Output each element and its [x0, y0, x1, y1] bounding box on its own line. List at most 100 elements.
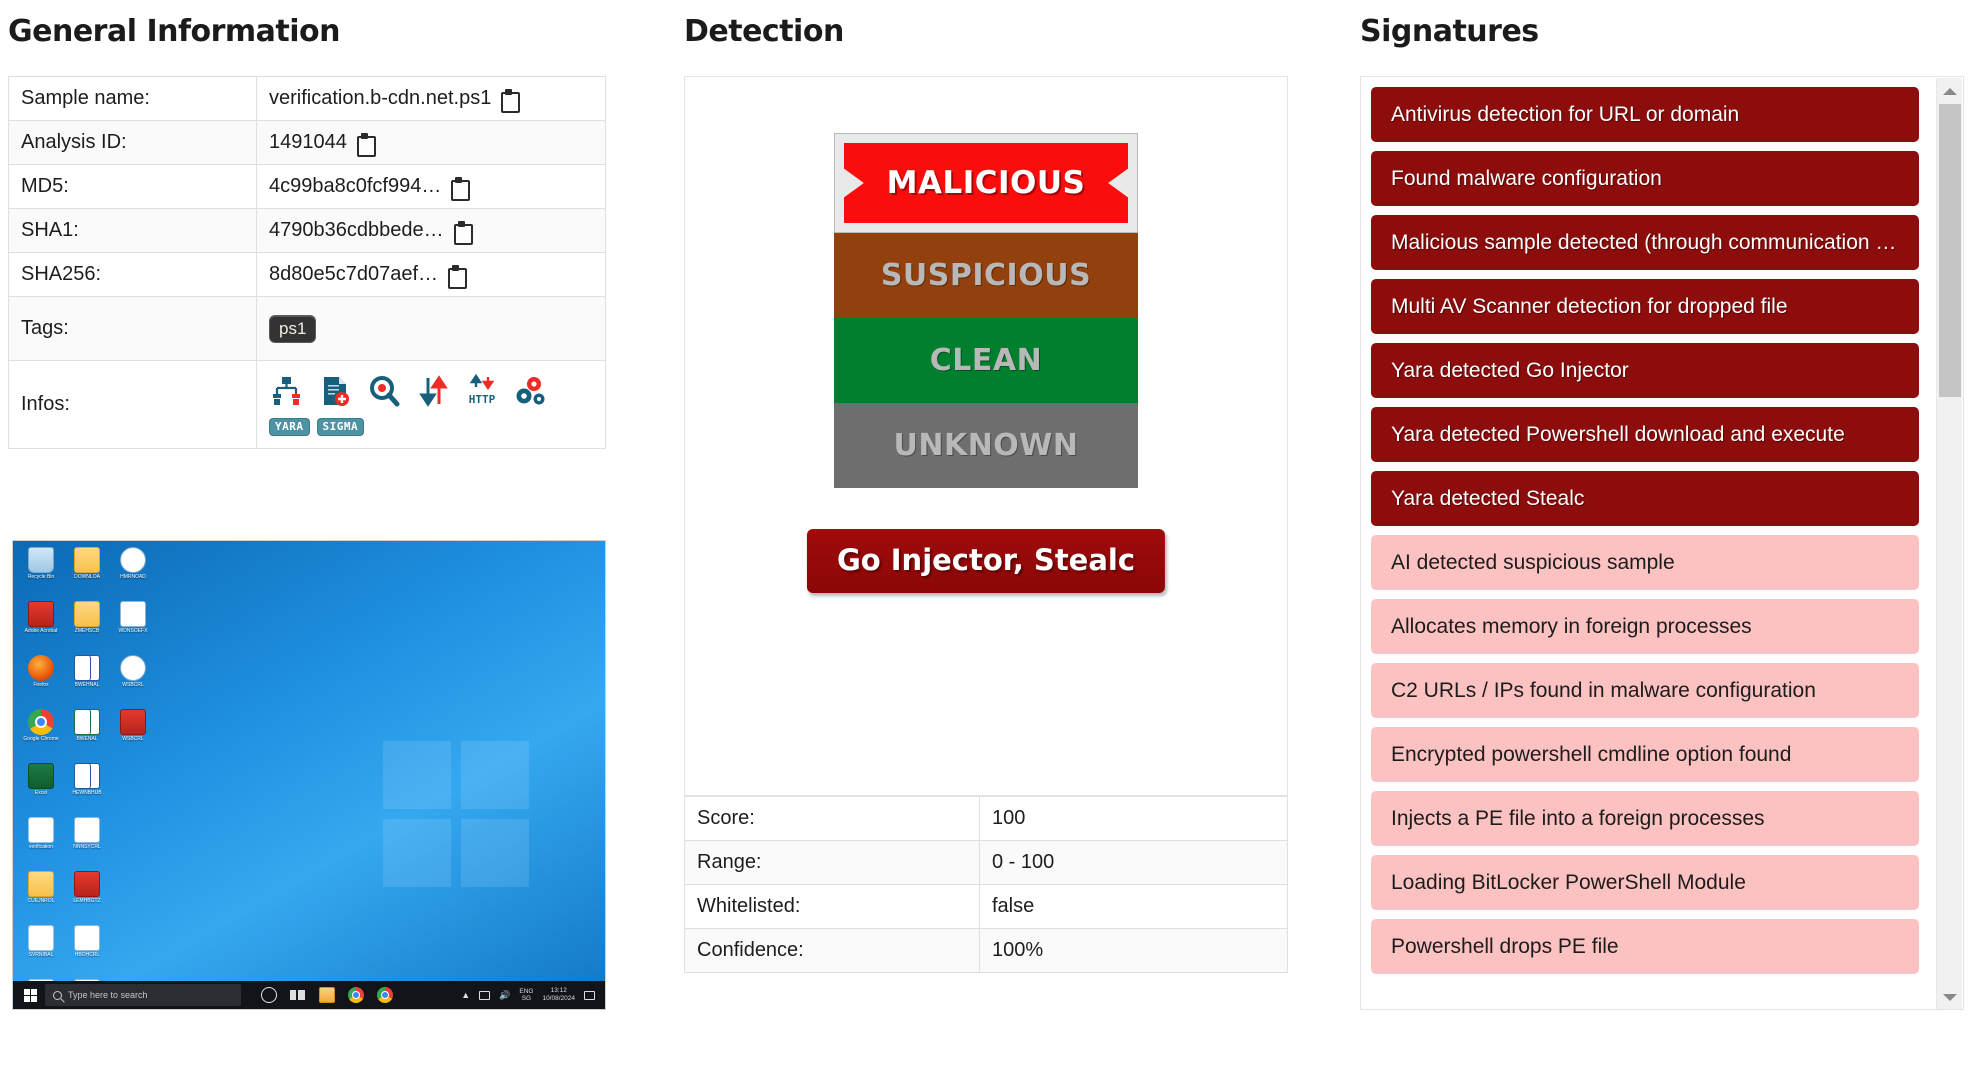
general-value-text: 1491044	[269, 131, 347, 153]
desktop-icon-label: CUEJNROL	[27, 898, 55, 904]
tags-cell: ps1	[256, 296, 606, 361]
chevron-up-icon[interactable]: ▲	[461, 990, 470, 1000]
analysis-screenshot-thumbnail[interactable]: Recycle Bin DOWNLOA HMRNOAD Adobe Acrobat ZM…	[12, 540, 606, 1010]
signature-item[interactable]: Injects a PE file into a foreign process…	[1371, 791, 1919, 846]
desktop-icon-label: NNNSYCRL	[73, 844, 101, 850]
notification-center-icon[interactable]	[584, 990, 595, 1000]
infos-label: Infos:	[8, 360, 257, 449]
general-row-key: Analysis ID:	[8, 120, 257, 165]
copy-clipboard-icon[interactable]	[356, 132, 376, 157]
process-tree-icon[interactable]	[269, 374, 303, 408]
desktop-icon	[115, 817, 151, 871]
http-traffic-icon[interactable]: HTTP	[465, 373, 499, 408]
language-line-2: SG	[521, 995, 532, 1002]
desktop-icon-label: Recycle Bin	[27, 574, 55, 580]
chrome-icon[interactable]	[348, 987, 364, 1003]
network-icon[interactable]	[479, 990, 491, 1000]
tag-chip[interactable]: ps1	[269, 314, 317, 343]
windows-taskbar: Type here to search ▲ 🔊 ENG SG 13:12 10/…	[13, 981, 605, 1009]
desktop-icon: WSBCRL	[115, 655, 151, 709]
signature-item[interactable]: Malicious sample detected (through commu…	[1371, 215, 1919, 270]
verdict-bar-malicious[interactable]: MALICIOUS	[844, 143, 1128, 223]
clock-time: 13:12	[550, 987, 567, 995]
taskbar-clock[interactable]: 13:12 10/08/2024	[542, 987, 575, 1003]
verdict-bar-unknown[interactable]: UNKNOWN	[834, 403, 1138, 488]
desktop-icon: HEWNBHUB	[69, 763, 105, 817]
signature-item[interactable]: Allocates memory in foreign processes	[1371, 599, 1919, 654]
signature-item[interactable]: Yara detected Go Injector	[1371, 343, 1919, 398]
scroll-up-arrow-icon[interactable]	[1937, 80, 1963, 102]
windows-start-icon[interactable]	[17, 981, 43, 1009]
taskbar-system-tray: ▲ 🔊 ENG SG 13:12 10/08/2024	[461, 987, 601, 1003]
volume-icon[interactable]: 🔊	[499, 990, 510, 1001]
document-add-icon[interactable]	[318, 374, 352, 408]
chrome-icon[interactable]	[377, 987, 393, 1003]
signature-item[interactable]: Yara detected Stealc	[1371, 471, 1919, 526]
general-information-table: Sample name: verification.b-cdn.net.ps1 An…	[8, 76, 606, 449]
signature-item[interactable]: Encrypted powershell cmdline option foun…	[1371, 727, 1919, 782]
scrollbar-thumb[interactable]	[1939, 104, 1961, 397]
general-row-key: Sample name:	[8, 76, 257, 121]
general-row-value: 4c99ba8c0fcf994…	[256, 164, 606, 209]
pdf-icon	[28, 601, 54, 627]
copy-clipboard-icon[interactable]	[448, 264, 468, 289]
signature-label: Multi AV Scanner detection for dropped f…	[1391, 294, 1788, 318]
page-title-general-information: General Information	[8, 14, 341, 49]
desktop-icon: ZMEHSCB	[69, 601, 105, 655]
task-view-icon[interactable]	[290, 987, 306, 1003]
signatures-scrollbar[interactable]	[1936, 78, 1963, 1009]
folder-icon	[28, 871, 54, 897]
signature-item[interactable]: Found malware configuration	[1371, 151, 1919, 206]
desktop-icon: Google Chrome	[23, 709, 59, 763]
malware-family-button[interactable]: Go Injector, Stealc	[806, 529, 1166, 593]
disc-icon	[120, 547, 146, 573]
signature-label: Found malware configuration	[1391, 166, 1662, 190]
table-row: Analysis ID: 1491044	[8, 120, 606, 165]
gears-engine-icon[interactable]	[514, 374, 548, 408]
up-down-arrows-icon[interactable]	[416, 374, 450, 408]
sigma-badge[interactable]: SIGMA	[316, 417, 365, 436]
signatures-panel: Antivirus detection for URL or domain Fou…	[1360, 76, 1964, 1010]
signature-label: Encrypted powershell cmdline option foun…	[1391, 742, 1792, 766]
verdict-bar-suspicious[interactable]: SUSPICIOUS	[834, 233, 1138, 318]
signature-item[interactable]: Powershell drops PE file	[1371, 919, 1919, 974]
copy-clipboard-icon[interactable]	[501, 88, 521, 113]
desktop-icon-label: SVRNIBAL	[28, 952, 54, 958]
firefox-icon	[28, 655, 54, 681]
cortana-icon[interactable]	[261, 987, 277, 1003]
desktop-icon-label: WDNSOEFX	[118, 628, 148, 634]
taskbar-search-input[interactable]: Type here to search	[45, 984, 241, 1006]
yara-badge[interactable]: YARA	[269, 417, 310, 436]
file-explorer-icon[interactable]	[319, 987, 335, 1003]
signature-item[interactable]: Loading BitLocker PowerShell Module	[1371, 855, 1919, 910]
general-row-value: verification.b-cdn.net.ps1	[256, 76, 606, 121]
clock-date: 10/08/2024	[542, 995, 575, 1002]
desktop-icon: HBOHCRL	[69, 925, 105, 979]
verdict-bar-clean[interactable]: CLEAN	[834, 318, 1138, 403]
copy-clipboard-icon[interactable]	[451, 176, 471, 201]
table-row: Score: 100	[684, 796, 1288, 841]
desktop-icon-grid: Recycle Bin DOWNLOA HMRNOAD Adobe Acrobat ZM…	[23, 547, 151, 1009]
desktop-icon: DOWNLOA	[69, 547, 105, 601]
signature-item[interactable]: AI detected suspicious sample	[1371, 535, 1919, 590]
signature-item[interactable]: Multi AV Scanner detection for dropped f…	[1371, 279, 1919, 334]
language-indicator[interactable]: ENG SG	[519, 988, 533, 1002]
table-row: MD5: 4c99ba8c0fcf994…	[8, 164, 606, 209]
desktop-icon-label: Adobe Acrobat	[24, 628, 58, 634]
signature-item[interactable]: Antivirus detection for URL or domain	[1371, 87, 1919, 142]
table-row: Whitelisted: false	[684, 884, 1288, 929]
general-value-text: 4c99ba8c0fcf994…	[269, 175, 442, 197]
scroll-down-arrow-icon[interactable]	[1937, 986, 1963, 1008]
detection-details-table: Score: 100 Range: 0 - 100 Whitelisted: false C…	[684, 796, 1288, 973]
desktop-icon: HMRNOAD	[115, 547, 151, 601]
svg-text:HTTP: HTTP	[469, 393, 496, 406]
copy-clipboard-icon[interactable]	[453, 220, 473, 245]
desktop-icon-label: BWEHNAL	[74, 682, 100, 688]
search-magnifier-icon[interactable]	[367, 374, 401, 408]
pdf-icon	[74, 871, 100, 897]
general-value-text: 4790b36cdbbede…	[269, 219, 444, 241]
signature-item[interactable]: Yara detected Powershell download and ex…	[1371, 407, 1919, 462]
windows-wallpaper-logo	[383, 741, 531, 889]
signature-item[interactable]: C2 URLs / IPs found in malware configura…	[1371, 663, 1919, 718]
desktop-icon-label: Google Chrome	[23, 736, 59, 742]
